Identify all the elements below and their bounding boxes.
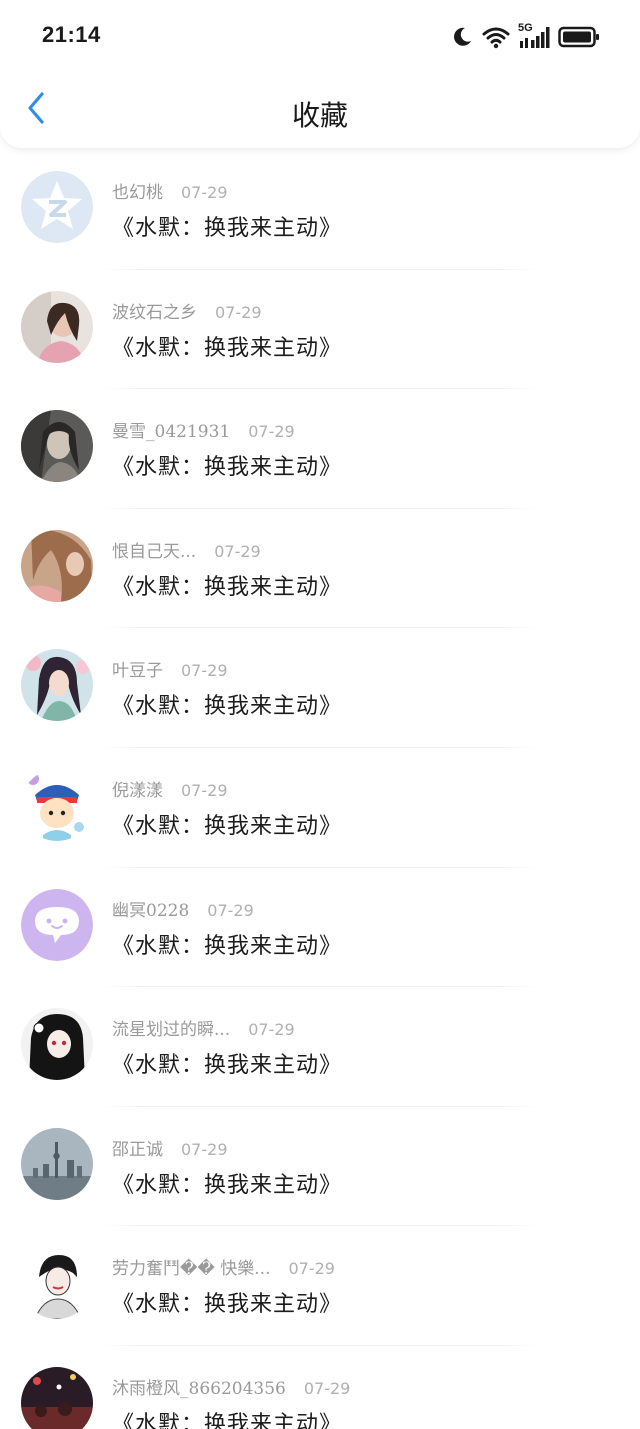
list-item[interactable]: 邵正诚 07-29 《水默：换我来主动》	[0, 1107, 640, 1227]
list-item[interactable]: 劳力奮鬥�� 快樂... 07-29 《水默：换我来主动》	[0, 1226, 640, 1346]
list-item[interactable]: 幽冥0228 07-29 《水默：换我来主动》	[0, 868, 640, 988]
post-date: 07-29	[248, 422, 295, 442]
user-name[interactable]: 曼雪_0421931	[112, 417, 230, 442]
item-meta: 邵正诚 07-29	[112, 1135, 228, 1160]
item-meta: 叶豆子 07-29	[112, 656, 228, 681]
avatar-photo[interactable]	[21, 1366, 93, 1429]
header: 21:14 5G 收藏	[0, 0, 640, 148]
item-title[interactable]: 《水默：换我来主动》	[112, 210, 342, 242]
nav-bar: 收藏	[0, 72, 640, 148]
item-meta: 也幻桃 07-29	[112, 178, 228, 203]
user-name[interactable]: 倪漾漾	[112, 776, 163, 801]
item-title[interactable]: 《水默：换我来主动》	[112, 928, 342, 960]
user-name[interactable]: 也幻桃	[112, 178, 163, 203]
item-meta: 倪漾漾 07-29	[112, 776, 228, 801]
list-item[interactable]: 流星划过的瞬... 07-29 《水默：换我来主动》	[0, 987, 640, 1107]
avatar-photo[interactable]	[21, 290, 93, 363]
post-date: 07-29	[288, 1259, 335, 1279]
avatar-photo[interactable]	[21, 529, 93, 602]
avatar-photo[interactable]	[21, 1008, 93, 1081]
list-item[interactable]: 曼雪_0421931 07-29 《水默：换我来主动》	[0, 389, 640, 509]
status-icons: 5G	[450, 22, 600, 52]
post-date: 07-29	[181, 780, 228, 800]
user-name[interactable]: 叶豆子	[112, 656, 163, 681]
user-name[interactable]: 波纹石之乡	[112, 298, 197, 323]
status-time: 21:14	[42, 22, 101, 47]
item-title[interactable]: 《水默：换我来主动》	[112, 330, 342, 362]
status-bar: 21:14 5G	[0, 0, 640, 72]
avatar-photo[interactable]	[21, 649, 93, 722]
list-item[interactable]: 也幻桃 07-29 《水默：换我来主动》	[0, 150, 640, 270]
list-item[interactable]: 沐雨橙风_866204356 07-29 《水默：换我来主动》	[0, 1346, 640, 1429]
post-date: 07-29	[181, 661, 228, 681]
battery-icon	[558, 26, 600, 48]
list-item[interactable]: 波纹石之乡 07-29 《水默：换我来主动》	[0, 270, 640, 390]
item-meta: 流星划过的瞬... 07-29	[112, 1015, 295, 1040]
favorites-list: 也幻桃 07-29 《水默：换我来主动》 波纹石之乡 07-29 《水默：换我来…	[0, 150, 640, 1429]
item-title[interactable]: 《水默：换我来主动》	[112, 808, 342, 840]
user-name[interactable]: 流星划过的瞬...	[112, 1015, 230, 1040]
page-title: 收藏	[291, 99, 348, 132]
item-title[interactable]: 《水默：换我来主动》	[112, 1047, 342, 1079]
avatar-chat-bubble[interactable]	[21, 888, 93, 961]
avatar-photo[interactable]	[21, 1127, 93, 1200]
post-date: 07-29	[214, 541, 261, 561]
post-date: 07-29	[248, 1020, 295, 1040]
user-name[interactable]: 幽冥0228	[112, 896, 189, 921]
item-title[interactable]: 《水默：换我来主动》	[112, 1406, 342, 1429]
item-meta: 波纹石之乡 07-29	[112, 298, 262, 323]
post-date: 07-29	[303, 1378, 351, 1398]
user-name[interactable]: 劳力奮鬥�� 快樂...	[112, 1254, 270, 1279]
post-date: 07-29	[215, 302, 262, 322]
signal-icon: 5G	[518, 22, 550, 50]
moon-icon	[450, 25, 474, 49]
list-item[interactable]: 倪漾漾 07-29 《水默：换我来主动》	[0, 748, 640, 868]
item-meta: 幽冥0228 07-29	[112, 896, 254, 921]
item-title[interactable]: 《水默：换我来主动》	[112, 1167, 342, 1199]
item-meta: 沐雨橙风_866204356 07-29	[112, 1374, 350, 1399]
avatar-qq-star[interactable]	[21, 171, 93, 243]
post-date: 07-29	[181, 183, 228, 202]
post-date: 07-29	[207, 900, 254, 920]
list-item[interactable]: 叶豆子 07-29 《水默：换我来主动》	[0, 628, 640, 748]
item-title[interactable]: 《水默：换我来主动》	[112, 449, 342, 481]
post-date: 07-29	[181, 1139, 228, 1159]
user-name[interactable]: 沐雨橙风_866204356	[112, 1374, 286, 1399]
wifi-icon	[482, 25, 510, 49]
item-meta: 恨自己天... 07-29	[112, 537, 261, 562]
item-title[interactable]: 《水默：换我来主动》	[112, 569, 342, 601]
item-meta: 劳力奮鬥�� 快樂... 07-29	[112, 1254, 335, 1279]
list-item[interactable]: 恨自己天... 07-29 《水默：换我来主动》	[0, 509, 640, 629]
item-title[interactable]: 《水默：换我来主动》	[112, 1286, 342, 1318]
avatar-sketch[interactable]	[21, 1247, 93, 1320]
item-title[interactable]: 《水默：换我来主动》	[112, 688, 342, 720]
avatar-photo[interactable]	[21, 410, 93, 483]
user-name[interactable]: 恨自己天...	[112, 537, 196, 562]
user-name[interactable]: 邵正诚	[112, 1135, 163, 1160]
avatar-cartoon[interactable]	[21, 768, 93, 841]
item-meta: 曼雪_0421931 07-29	[112, 417, 295, 442]
